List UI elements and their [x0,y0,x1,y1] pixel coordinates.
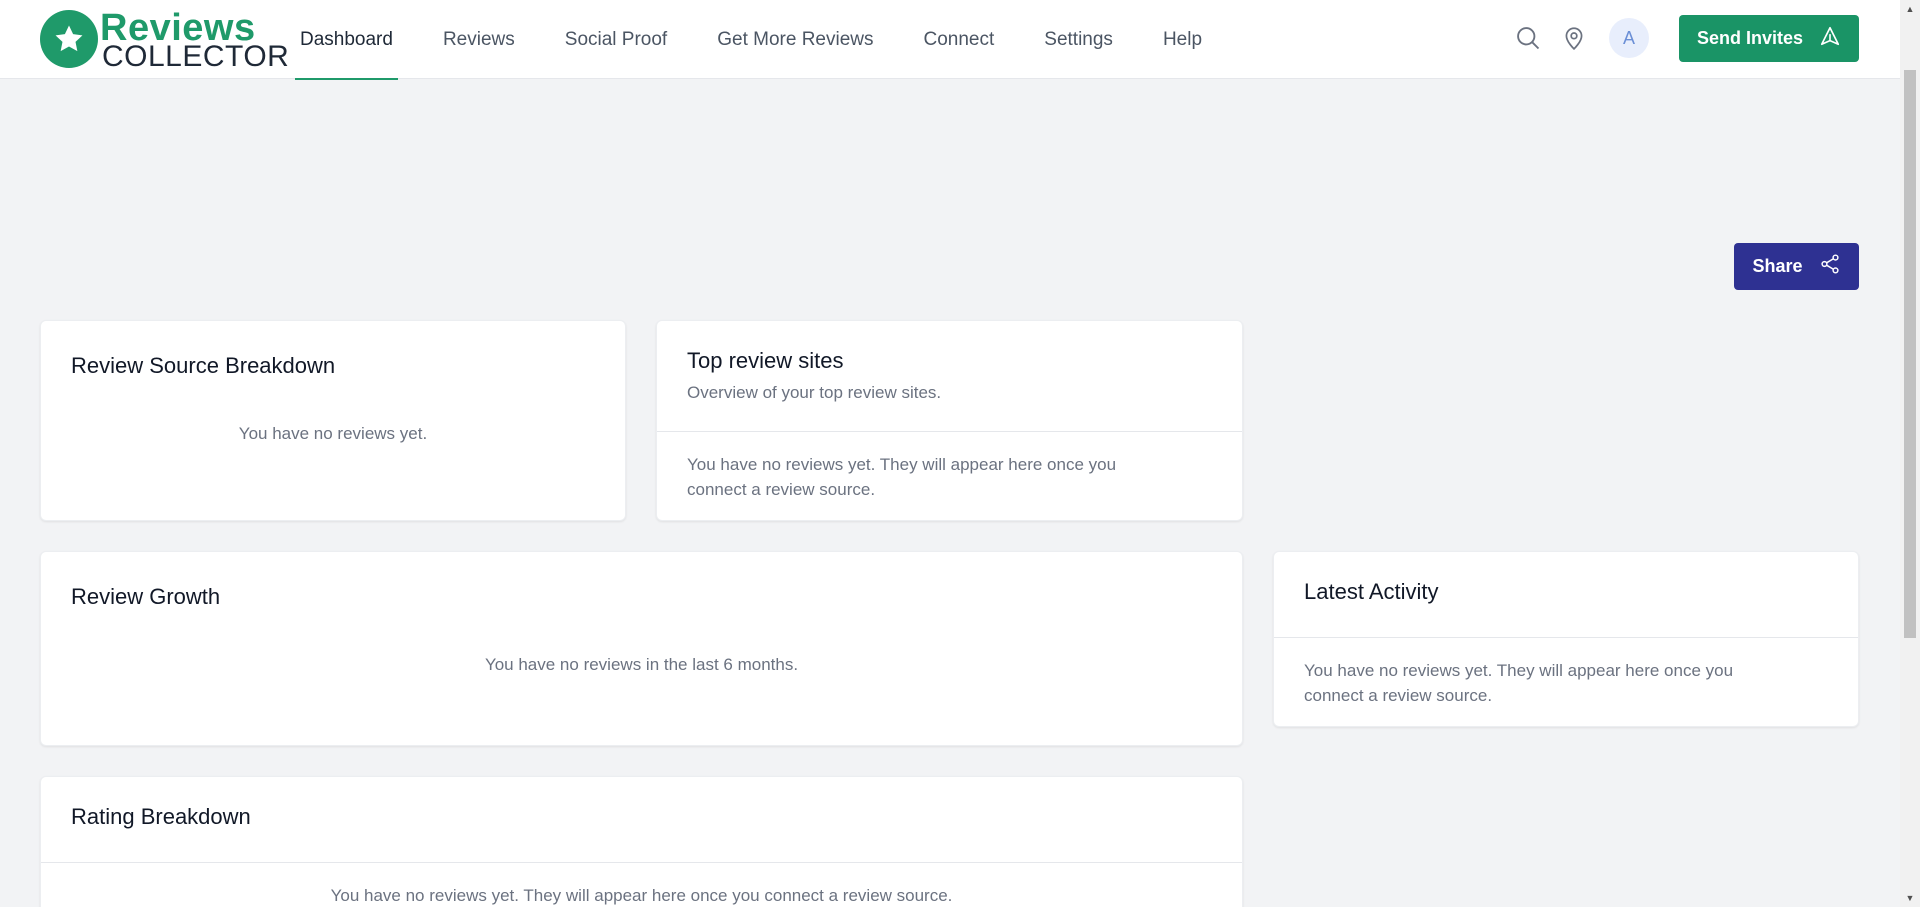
empty-state-text: You have no reviews yet. They will appea… [330,886,953,905]
rating-breakdown-card: Rating Breakdown You have no reviews yet… [40,776,1243,907]
card-divider [657,431,1242,432]
scroll-thumb[interactable] [1904,70,1916,638]
nav-dashboard[interactable]: Dashboard [295,0,398,80]
empty-state-text: You have no reviews yet. They will appea… [1304,658,1828,708]
top-navigation-bar: Reviews COLLECTOR Dashboard Reviews Soci… [0,0,1900,80]
send-invites-button[interactable]: Send Invites [1679,15,1859,62]
nav-get-more-reviews[interactable]: Get More Reviews [712,0,878,79]
nav-reviews[interactable]: Reviews [438,0,520,79]
nav-settings[interactable]: Settings [1039,0,1118,79]
card-title: Rating Breakdown [71,804,251,829]
empty-state-text: You have no reviews yet. [238,424,428,443]
card-subtitle: Overview of your top review sites. [687,383,942,402]
location-pin-icon[interactable] [1558,22,1590,54]
page-scrollbar[interactable]: ▲ ▼ [1900,0,1920,907]
empty-state-text: You have no reviews yet. They will appea… [687,452,1212,502]
card-title: Latest Activity [1304,579,1439,604]
scroll-down-arrow-icon[interactable]: ▼ [1900,889,1920,907]
empty-state-line-1: You have no reviews yet. They will appea… [1304,661,1734,680]
scroll-up-arrow-icon[interactable]: ▲ [1900,0,1920,18]
share-icon [1819,253,1841,280]
nav-social-proof[interactable]: Social Proof [560,0,672,79]
top-review-sites-card: Top review sites Overview of your top re… [656,320,1243,521]
reviews-collector-logo[interactable]: Reviews COLLECTOR [40,8,289,72]
review-source-breakdown-card: Review Source Breakdown You have no revi… [40,320,626,521]
empty-state-text: You have no reviews in the last 6 months… [484,655,799,674]
review-growth-card: Review Growth You have no reviews in the… [40,551,1243,746]
empty-state-line-2: connect a review source. [1304,686,1493,705]
star-logo-icon [40,10,98,68]
logo-text-collector: COLLECTOR [102,40,290,73]
user-avatar[interactable]: A [1609,18,1649,58]
empty-state-line-2: connect a review source. [687,480,876,499]
send-icon [1819,25,1841,52]
share-label: Share [1752,256,1803,276]
send-invites-label: Send Invites [1696,28,1804,48]
card-title: Review Source Breakdown [71,353,336,378]
card-divider [1274,637,1858,638]
main-nav: Dashboard Reviews Social Proof Get More … [295,0,1247,80]
share-button[interactable]: Share [1734,243,1859,290]
card-title: Review Growth [71,584,221,609]
empty-state-line-1: You have no reviews yet. They will appea… [687,455,1117,474]
latest-activity-card: Latest Activity You have no reviews yet.… [1273,551,1859,727]
search-icon[interactable] [1512,22,1544,54]
nav-connect[interactable]: Connect [919,0,1000,79]
card-title: Top review sites [687,348,844,373]
card-divider [41,862,1242,863]
nav-help[interactable]: Help [1158,0,1207,79]
